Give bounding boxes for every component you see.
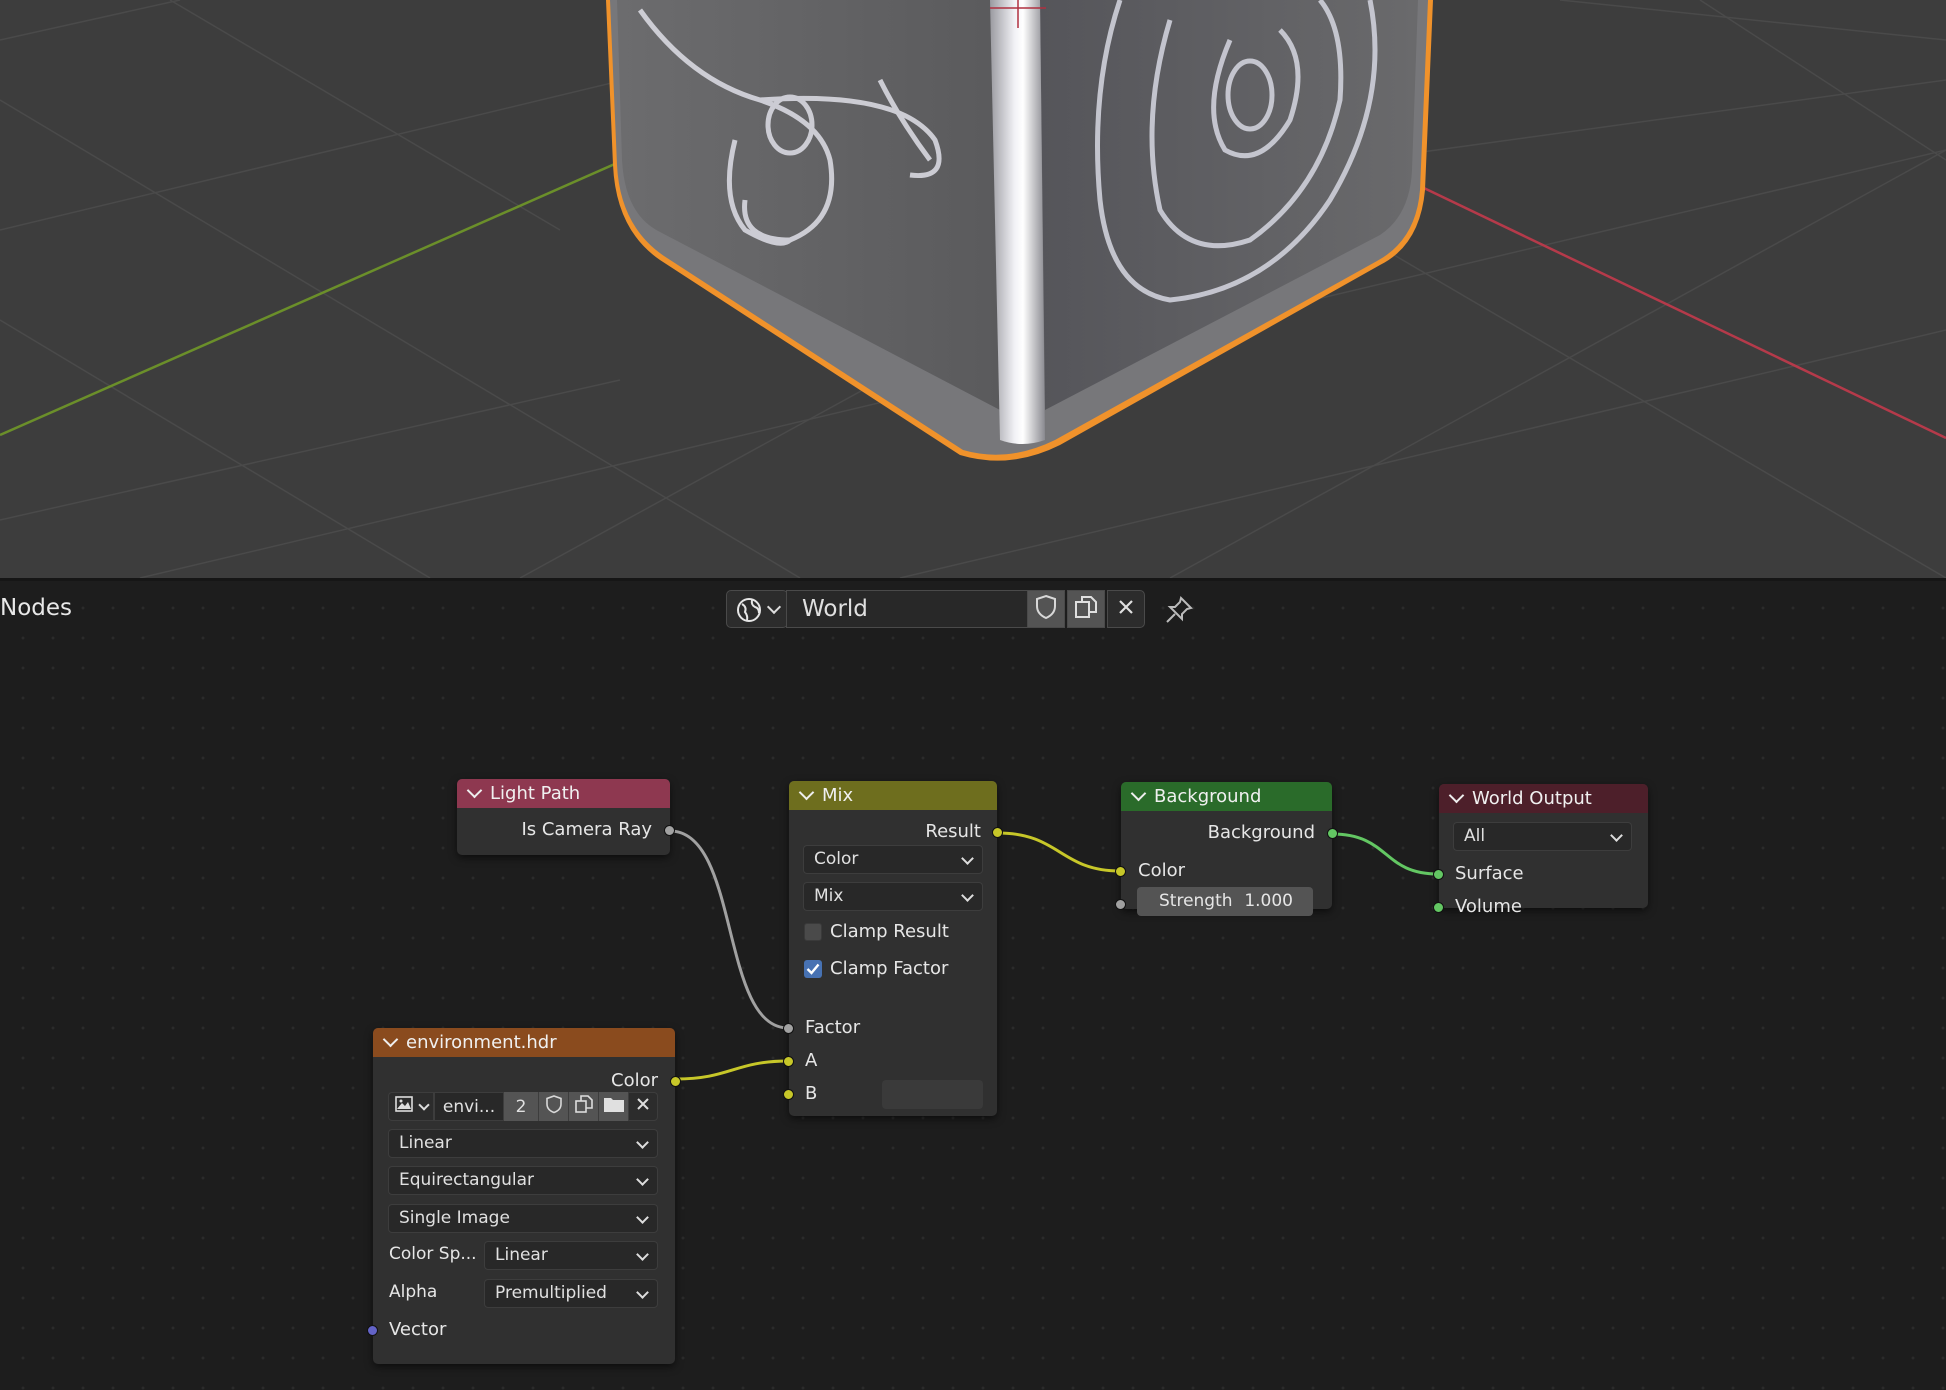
world-output-node[interactable]: World Output All Surface Volume <box>1433 784 1648 917</box>
input-label-factor: Factor <box>805 1017 861 1038</box>
color-space-label: Color Sp... <box>389 1244 477 1264</box>
chevron-down-icon <box>636 1173 649 1186</box>
background-node[interactable]: Background Background Color Strength 1.0… <box>1115 782 1338 916</box>
output-label: Is Camera Ray <box>521 819 652 840</box>
chevron-down-icon <box>418 1098 430 1111</box>
target-dropdown[interactable]: All <box>1453 822 1632 851</box>
chevron-down-icon <box>636 1286 649 1299</box>
link-result-color <box>997 831 1121 873</box>
dropdown-value: Linear <box>399 1133 452 1153</box>
dropdown-value: Color <box>814 849 859 869</box>
link-camera-ray-factor <box>669 829 789 1030</box>
node-header[interactable]: Light Path <box>457 779 670 808</box>
input-socket-factor[interactable] <box>783 1023 794 1034</box>
input-socket-a[interactable] <box>783 1056 794 1067</box>
dropdown-value: Linear <box>495 1245 548 1265</box>
node-title: World Output <box>1472 788 1592 809</box>
alpha-label: Alpha <box>389 1282 438 1302</box>
chevron-down-icon <box>636 1248 649 1261</box>
shader-node-editor[interactable]: Nodes World Light Path Is Camera Ray Mix… <box>0 581 1946 1390</box>
input-socket-volume[interactable] <box>1433 902 1444 913</box>
3d-viewport[interactable] <box>0 0 1946 578</box>
color-b-swatch[interactable] <box>882 1080 983 1109</box>
open-image-button[interactable] <box>598 1092 628 1121</box>
duplicate-icon <box>574 1094 594 1119</box>
input-label-a: A <box>805 1050 818 1071</box>
collapse-chevron-icon[interactable] <box>1130 785 1147 802</box>
image-icon <box>394 1094 414 1119</box>
strength-field[interactable]: Strength 1.000 <box>1137 887 1313 916</box>
clamp-result-label: Clamp Result <box>830 921 949 942</box>
viewport-scene <box>0 0 1946 578</box>
input-socket-color[interactable] <box>1115 866 1126 877</box>
input-label-color: Color <box>1138 860 1185 881</box>
link-background-surface <box>1331 832 1439 876</box>
image-users-count[interactable]: 2 <box>504 1092 538 1121</box>
clamp-factor-checkbox[interactable] <box>804 960 822 978</box>
collapse-chevron-icon[interactable] <box>466 782 483 799</box>
source-dropdown[interactable]: Single Image <box>388 1204 658 1233</box>
fake-user-button[interactable] <box>538 1092 568 1121</box>
strength-value: 1.000 <box>1244 891 1293 911</box>
duplicate-image-button[interactable] <box>568 1092 598 1121</box>
image-browse-button[interactable] <box>388 1092 434 1121</box>
output-socket-result[interactable] <box>992 827 1003 838</box>
chevron-down-icon <box>636 1136 649 1149</box>
output-label: Result <box>925 821 981 842</box>
dropdown-value: Premultiplied <box>495 1283 607 1303</box>
environment-texture-node[interactable]: environment.hdr Color envi... 2 Linear E… <box>367 1028 681 1364</box>
folder-icon <box>603 1095 625 1118</box>
chevron-down-icon <box>961 852 974 865</box>
link-env-color-a <box>675 1059 789 1081</box>
output-socket-background[interactable] <box>1327 828 1338 839</box>
alpha-mode-dropdown[interactable]: Premultiplied <box>484 1279 658 1308</box>
node-title: Mix <box>822 785 854 806</box>
collapse-chevron-icon[interactable] <box>382 1031 399 1048</box>
mix-node[interactable]: Mix Result Color Mix Clamp Result Clamp … <box>783 781 1003 1116</box>
node-header[interactable]: environment.hdr <box>373 1028 675 1057</box>
interpolation-dropdown[interactable]: Linear <box>388 1129 658 1158</box>
node-title: environment.hdr <box>406 1032 557 1053</box>
color-space-dropdown[interactable]: Linear <box>484 1241 658 1270</box>
input-label-b: B <box>805 1083 818 1104</box>
input-label-volume: Volume <box>1455 896 1522 917</box>
input-label-surface: Surface <box>1455 863 1524 884</box>
clamp-result-checkbox[interactable] <box>804 923 822 941</box>
dropdown-value: Equirectangular <box>399 1170 535 1190</box>
light-path-node[interactable]: Light Path Is Camera Ray <box>457 779 675 855</box>
input-label-vector: Vector <box>389 1319 447 1340</box>
node-header[interactable]: Background <box>1121 782 1332 811</box>
checkmark-icon <box>806 963 820 975</box>
clamp-factor-label: Clamp Factor <box>830 958 949 979</box>
output-socket-is-camera-ray[interactable] <box>664 825 675 836</box>
dropdown-value: Mix <box>814 886 844 906</box>
chevron-down-icon <box>636 1211 649 1224</box>
data-type-dropdown[interactable]: Color <box>803 845 983 874</box>
projection-dropdown[interactable]: Equirectangular <box>388 1166 658 1195</box>
shield-icon <box>545 1094 563 1119</box>
chevron-down-icon <box>961 889 974 902</box>
output-label: Background <box>1207 822 1315 843</box>
dropdown-value: Single Image <box>399 1208 510 1228</box>
chevron-down-icon <box>1610 829 1623 842</box>
blend-mode-dropdown[interactable]: Mix <box>803 882 983 911</box>
input-socket-b[interactable] <box>783 1089 794 1100</box>
node-title: Background <box>1154 786 1262 807</box>
input-socket-surface[interactable] <box>1433 869 1444 880</box>
dropdown-value: All <box>1464 826 1486 846</box>
output-socket-color[interactable] <box>670 1076 681 1087</box>
image-name-field[interactable]: envi... <box>434 1092 504 1121</box>
node-header[interactable]: Mix <box>789 781 997 810</box>
output-label: Color <box>611 1070 658 1091</box>
unlink-image-button[interactable] <box>628 1092 658 1121</box>
input-socket-vector[interactable] <box>367 1325 378 1336</box>
node-title: Light Path <box>490 783 581 804</box>
collapse-chevron-icon[interactable] <box>1448 787 1465 804</box>
node-header[interactable]: World Output <box>1439 784 1648 813</box>
close-icon <box>635 1096 651 1117</box>
input-socket-strength[interactable] <box>1115 899 1126 910</box>
strength-label: Strength <box>1159 891 1233 911</box>
collapse-chevron-icon[interactable] <box>798 784 815 801</box>
